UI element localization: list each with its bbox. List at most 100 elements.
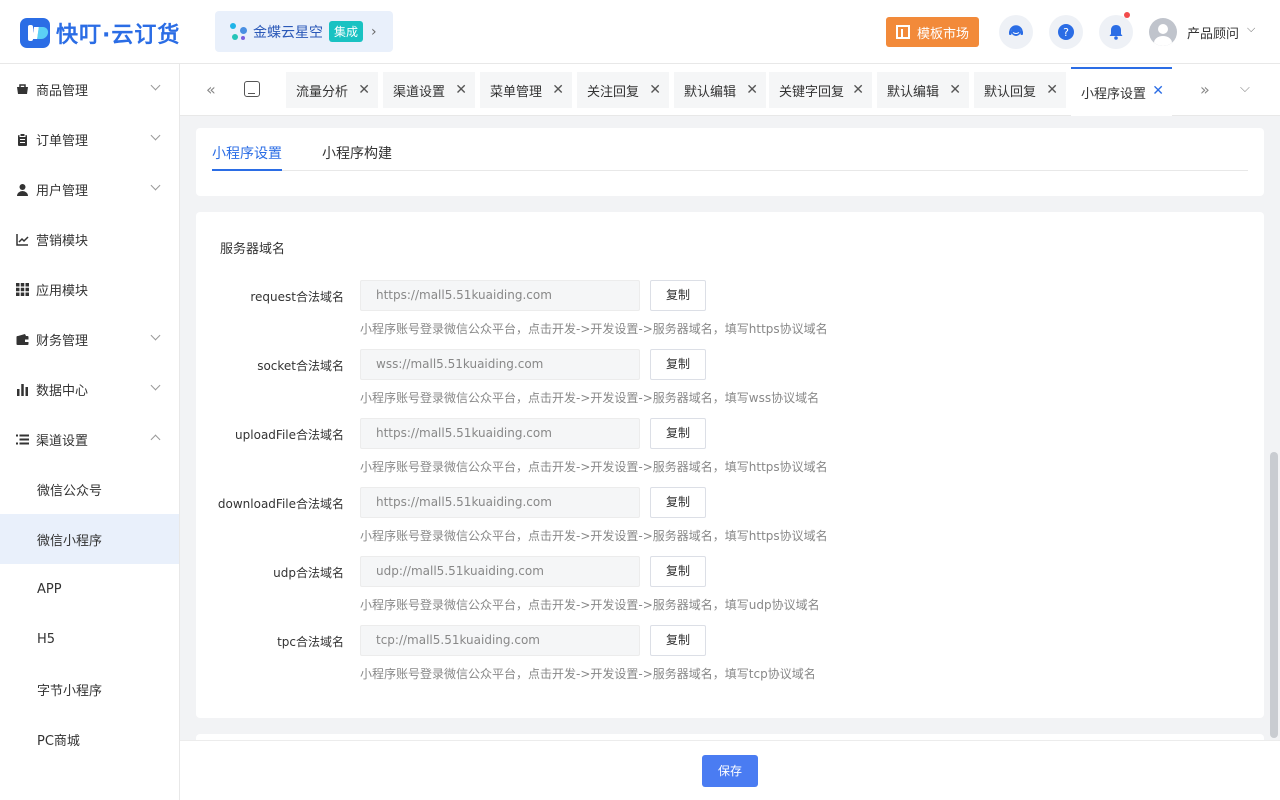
tcp-domain-input[interactable]: tcp://mall5.51kuaiding.com — [360, 625, 640, 656]
service-button[interactable] — [999, 15, 1033, 49]
service-icon — [1009, 25, 1023, 36]
tab-label: 默认编辑 — [684, 84, 737, 100]
close-icon[interactable]: ✕ — [1046, 82, 1058, 98]
sidebar-item-label: 订单管理 — [36, 133, 89, 149]
help-button[interactable]: ? — [1049, 15, 1083, 49]
footer-bar: 保存 — [180, 740, 1280, 800]
close-icon[interactable]: ✕ — [358, 82, 370, 98]
home-icon[interactable] — [244, 81, 260, 97]
user-icon — [16, 183, 29, 196]
copy-button[interactable]: 复制 — [650, 556, 706, 587]
svg-text:?: ? — [1063, 26, 1069, 39]
brand-switcher[interactable]: 金蝶云星空 集成 › — [215, 11, 393, 52]
field-label: request合法域名 — [250, 290, 344, 304]
avatar[interactable] — [1149, 18, 1177, 46]
section-title: 服务器域名 — [220, 242, 286, 257]
field-socket-domain: socket合法域名 wss://mall5.51kuaiding.com 复制… — [196, 349, 1264, 418]
sidebar-item-marketing[interactable]: 营销模块 — [0, 214, 179, 264]
sidebar-item-goods[interactable]: 商品管理 — [0, 64, 179, 114]
field-request-domain: request合法域名 https://mall5.51kuaiding.com… — [196, 280, 1264, 349]
request-domain-input[interactable]: https://mall5.51kuaiding.com — [360, 280, 640, 311]
tab-traffic-analysis[interactable]: 流量分析 ✕ — [286, 72, 378, 108]
help-icon: ? — [1058, 24, 1074, 40]
list-icon — [16, 433, 29, 446]
udp-domain-input[interactable]: udp://mall5.51kuaiding.com — [360, 556, 640, 587]
copy-button[interactable]: 复制 — [650, 418, 706, 449]
cart-icon — [16, 83, 29, 96]
notification-dot — [1124, 12, 1130, 18]
tab-miniprogram-settings[interactable]: 小程序设置 ✕ — [1071, 67, 1172, 116]
user-name[interactable]: 产品顾问 — [1187, 23, 1239, 42]
sidebar-item-channels[interactable]: 渠道设置 — [0, 414, 179, 464]
sidebar-item-data[interactable]: 数据中心 — [0, 364, 179, 414]
copy-button[interactable]: 复制 — [650, 349, 706, 380]
sidebar-sub-wechat-official[interactable]: 微信公众号 — [0, 464, 179, 514]
copy-button[interactable]: 复制 — [650, 487, 706, 518]
brand-dots-icon — [229, 22, 249, 42]
clipboard-icon — [16, 132, 29, 146]
app-logo[interactable]: 快叮·云订货 — [20, 17, 180, 49]
close-icon[interactable]: ✕ — [746, 82, 758, 98]
tabs-scroll-left-icon[interactable]: « — [206, 80, 216, 99]
sidebar-item-users[interactable]: 用户管理 — [0, 164, 179, 214]
subtab-miniprogram-settings[interactable]: 小程序设置 — [212, 143, 282, 163]
chevron-down-icon — [150, 180, 161, 191]
tab-channel-settings[interactable]: 渠道设置 ✕ — [383, 72, 475, 108]
sidebar-item-orders[interactable]: 订单管理 — [0, 114, 179, 164]
sidebar-sub-pc-mall[interactable]: PC商城 — [0, 714, 179, 764]
logo-mark-icon — [20, 18, 50, 48]
tab-label: 菜单管理 — [490, 84, 543, 100]
sidebar-item-finance[interactable]: 财务管理 — [0, 314, 179, 364]
chevron-down-icon[interactable]: ⌵ — [1240, 81, 1250, 96]
chevron-down-icon[interactable]: ⌵ — [1247, 22, 1255, 36]
brand-name: 金蝶云星空 — [253, 24, 323, 41]
field-hint: 小程序账号登录微信公众平台，点击开发->开发设置->服务器域名，填写https协… — [360, 322, 828, 336]
uploadfile-domain-input[interactable]: https://mall5.51kuaiding.com — [360, 418, 640, 449]
sidebar-item-label: 渠道设置 — [36, 433, 89, 449]
close-icon[interactable]: ✕ — [649, 82, 661, 98]
tab-follow-reply[interactable]: 关注回复 ✕ — [577, 72, 669, 108]
notification-button[interactable] — [1099, 12, 1133, 49]
close-icon[interactable]: ✕ — [949, 82, 961, 98]
tab-default-edit-2[interactable]: 默认编辑 ✕ — [877, 72, 969, 108]
sidebar-item-label: 数据中心 — [36, 383, 89, 399]
subtab-miniprogram-build[interactable]: 小程序构建 — [322, 143, 392, 163]
sidebar-sub-bytedance[interactable]: 字节小程序 — [0, 664, 179, 714]
field-hint: 小程序账号登录微信公众平台，点击开发->开发设置->服务器域名，填写wss协议域… — [360, 391, 820, 405]
field-label: tpc合法域名 — [277, 635, 344, 649]
close-icon[interactable]: ✕ — [1152, 83, 1164, 99]
tab-default-reply[interactable]: 默认回复 ✕ — [974, 72, 1066, 108]
scrollbar-thumb[interactable] — [1270, 452, 1278, 738]
chevron-down-icon — [150, 80, 161, 91]
tab-keyword-reply[interactable]: 关键字回复 ✕ — [769, 72, 872, 108]
tabs-scroll-right-icon[interactable]: » — [1200, 80, 1210, 99]
bar-chart-icon — [16, 383, 29, 396]
close-icon[interactable]: ✕ — [552, 82, 564, 98]
sidebar-item-label: 财务管理 — [36, 333, 89, 349]
app-header: 快叮·云订货 金蝶云星空 集成 › 模板市场 ? 产品顾问 ⌵ — [0, 0, 1280, 64]
chevron-right-icon: › — [371, 23, 377, 40]
copy-button[interactable]: 复制 — [650, 625, 706, 656]
sidebar-sub-wechat-miniprogram[interactable]: 微信小程序 — [0, 514, 179, 564]
chevron-down-icon — [150, 380, 161, 391]
server-domain-card: 服务器域名 request合法域名 https://mall5.51kuaidi… — [196, 212, 1264, 718]
close-icon[interactable]: ✕ — [455, 82, 467, 98]
sidebar-sub-h5[interactable]: H5 — [0, 614, 179, 664]
tab-default-edit[interactable]: 默认编辑 ✕ — [674, 72, 766, 108]
downloadfile-domain-input[interactable]: https://mall5.51kuaiding.com — [360, 487, 640, 518]
save-button[interactable]: 保存 — [702, 755, 758, 787]
subtabs-divider — [212, 170, 1248, 171]
close-icon[interactable]: ✕ — [852, 82, 864, 98]
field-hint: 小程序账号登录微信公众平台，点击开发->开发设置->服务器域名，填写tcp协议域… — [360, 667, 816, 681]
socket-domain-input[interactable]: wss://mall5.51kuaiding.com — [360, 349, 640, 380]
tab-label: 流量分析 — [296, 84, 349, 100]
sidebar-sub-app[interactable]: APP — [0, 564, 179, 614]
template-market-button[interactable]: 模板市场 — [886, 17, 979, 47]
field-label: uploadFile合法域名 — [235, 428, 344, 442]
copy-button[interactable]: 复制 — [650, 280, 706, 311]
tab-label: 关键字回复 — [779, 84, 845, 100]
field-hint: 小程序账号登录微信公众平台，点击开发->开发设置->服务器域名，填写udp协议域… — [360, 598, 820, 612]
sidebar: 商品管理 订单管理 用户管理 营销模块 应用模块 财务管理 数据中心 渠道设置 … — [0, 64, 180, 800]
sidebar-item-apps[interactable]: 应用模块 — [0, 264, 179, 314]
tab-menu-management[interactable]: 菜单管理 ✕ — [480, 72, 572, 108]
